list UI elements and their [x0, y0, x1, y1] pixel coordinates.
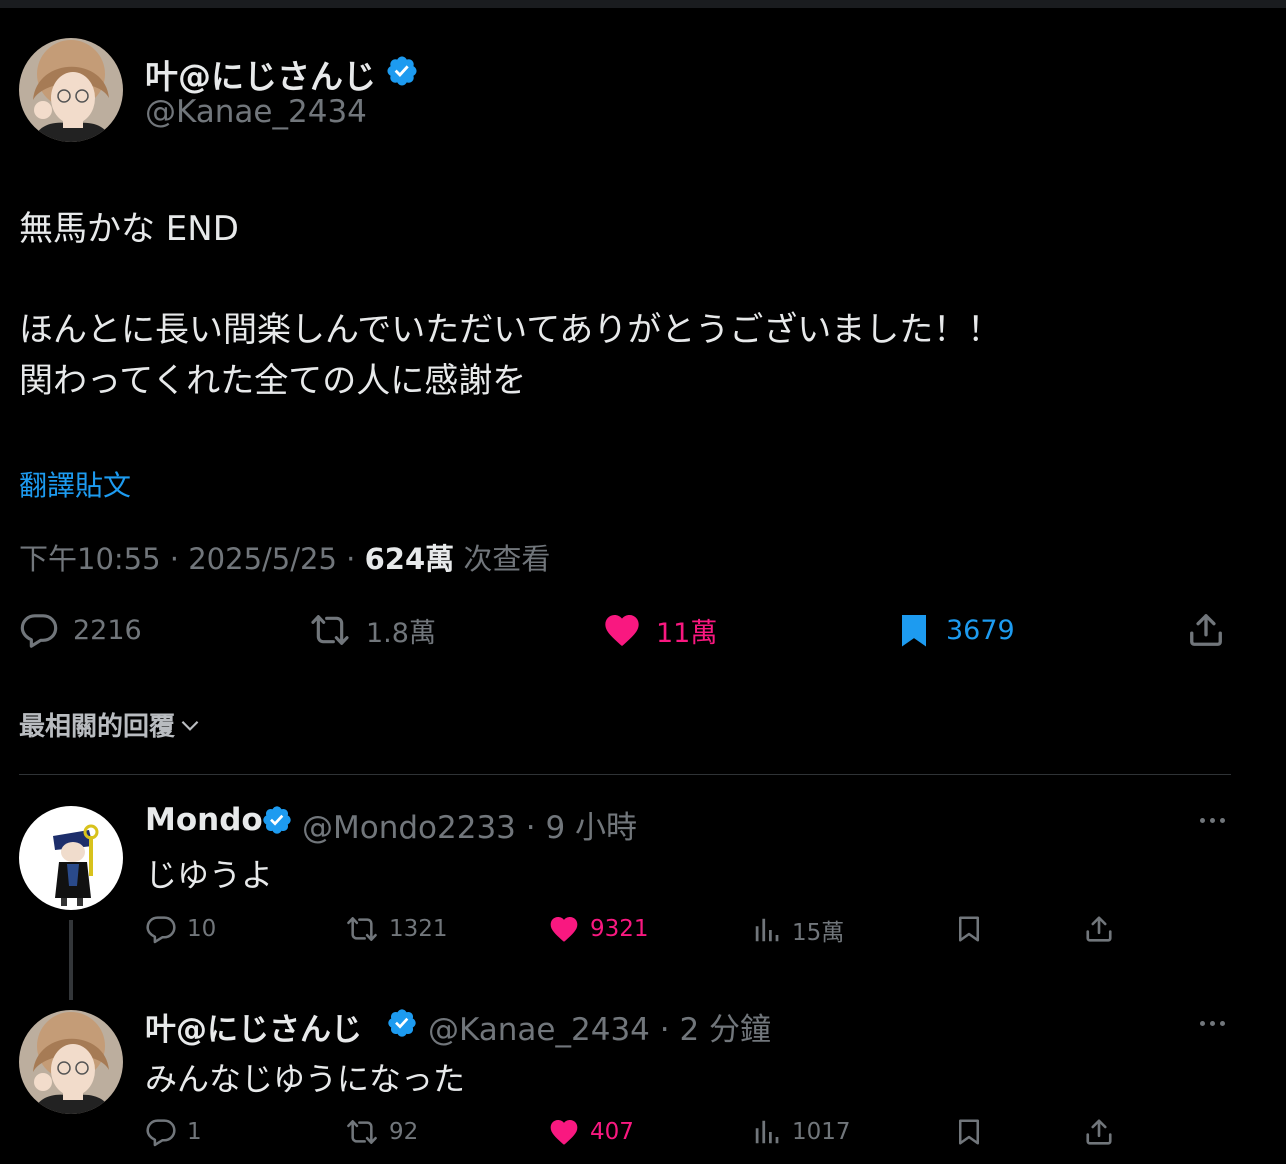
reply-time[interactable]: 2 分鐘 — [679, 1012, 771, 1048]
like-count: 407 — [590, 1119, 634, 1145]
retweet-button[interactable]: 92 — [345, 1116, 418, 1148]
verified-badge-icon — [386, 1007, 418, 1039]
tweet-text-line-3: 関わってくれた全ての人に感謝を — [19, 361, 527, 401]
views-icon — [752, 914, 782, 946]
heart-icon — [548, 1116, 580, 1148]
reply-text: じゆうよ — [145, 856, 274, 894]
more-icon — [1200, 1021, 1205, 1026]
meta-separator: · — [649, 1012, 680, 1048]
tweet-meta: 下午10:55 · 2025/5/25 · 624萬 次查看 — [19, 536, 550, 578]
reply-count: 2216 — [73, 614, 142, 646]
retweet-count: 1.8萬 — [366, 617, 436, 649]
more-options-button[interactable] — [1200, 818, 1225, 823]
views-icon — [752, 1116, 782, 1148]
verified-badge-icon — [261, 804, 293, 836]
chevron-down-icon — [181, 720, 199, 731]
reply-author-name[interactable]: Mondo — [145, 802, 263, 838]
bookmark-button[interactable] — [954, 1116, 984, 1148]
reply-button[interactable]: 2216 — [19, 610, 142, 650]
retweet-button[interactable]: 1.8萬 — [308, 610, 436, 650]
share-icon — [1187, 611, 1225, 649]
thread-connector-line — [69, 920, 73, 1000]
more-icon — [1210, 1021, 1215, 1026]
share-button[interactable] — [1187, 611, 1225, 649]
reply-button[interactable]: 1 — [145, 1116, 202, 1148]
reply-count: 1 — [187, 1119, 202, 1145]
author-name[interactable]: 叶@にじさんじ — [145, 50, 376, 98]
like-button[interactable]: 11萬 — [602, 610, 717, 650]
reply-icon — [19, 610, 59, 650]
reply-handle[interactable]: @Mondo2233 — [302, 810, 516, 846]
reply-author-handle: @Kanae_2434 · 2 分鐘 — [428, 1004, 771, 1049]
reply-count: 10 — [187, 916, 217, 942]
tweet-date[interactable]: 2025/5/25 — [188, 542, 337, 576]
translate-post-link[interactable]: 翻譯貼文 — [19, 464, 131, 504]
bookmark-icon — [896, 610, 932, 650]
bookmark-icon — [954, 1116, 984, 1148]
reply-avatar-kanae[interactable] — [19, 1010, 123, 1114]
more-icon — [1210, 818, 1215, 823]
retweet-button[interactable]: 1321 — [345, 913, 448, 945]
share-button[interactable] — [1084, 913, 1114, 945]
sort-label: 最相關的回覆 — [19, 712, 176, 742]
author-avatar[interactable] — [19, 38, 123, 142]
like-button[interactable]: 407 — [548, 1116, 634, 1148]
share-button[interactable] — [1084, 1116, 1114, 1148]
retweet-icon — [345, 913, 379, 945]
top-edge-bar — [0, 0, 1286, 8]
more-options-button[interactable] — [1200, 1021, 1225, 1026]
like-count: 9321 — [590, 916, 649, 942]
tweet-text-line-2: ほんとに長い間楽しんでいただいてありがとうございました！！ — [19, 310, 1002, 350]
share-icon — [1084, 1116, 1114, 1148]
retweet-count: 92 — [389, 1119, 419, 1145]
tweet-time[interactable]: 下午10:55 — [19, 542, 161, 576]
views-count: 624萬 — [364, 542, 455, 576]
retweet-icon — [308, 610, 352, 650]
more-icon — [1220, 1021, 1225, 1026]
retweet-count: 1321 — [389, 916, 448, 942]
tweet-text-line-1: 無馬かな END — [19, 209, 239, 249]
reply-icon — [145, 1116, 177, 1148]
author-handle[interactable]: @Kanae_2434 — [145, 94, 367, 130]
more-icon — [1220, 818, 1225, 823]
more-icon — [1200, 818, 1205, 823]
reply-avatar-mondo[interactable] — [19, 806, 123, 910]
reply-author-name[interactable]: 叶@にじさんじ — [145, 1004, 362, 1049]
divider — [19, 774, 1231, 775]
bookmark-count: 3679 — [946, 614, 1015, 646]
meta-separator: · — [336, 542, 365, 576]
bookmark-icon — [954, 913, 984, 945]
views-label: 次查看 — [463, 542, 551, 576]
views-button[interactable]: 15萬 — [752, 913, 844, 947]
like-count: 11萬 — [656, 617, 718, 649]
views-count: 1017 — [792, 1119, 851, 1145]
reply-time[interactable]: 9 小時 — [545, 810, 637, 846]
retweet-icon — [345, 1116, 379, 1148]
reply-button[interactable]: 10 — [145, 913, 216, 945]
meta-separator: · — [515, 810, 546, 846]
reply-handle[interactable]: @Kanae_2434 — [428, 1012, 650, 1048]
heart-icon — [602, 610, 642, 650]
verified-badge-icon — [385, 54, 419, 88]
like-button[interactable]: 9321 — [548, 913, 649, 945]
views-button[interactable]: 1017 — [752, 1116, 851, 1148]
reply-icon — [145, 913, 177, 945]
reply-sort-selector[interactable]: 最相關的回覆 — [19, 706, 203, 743]
meta-separator: · — [160, 542, 189, 576]
reply-text: みんなじゆうになった — [145, 1060, 466, 1098]
views-count: 15萬 — [792, 920, 845, 946]
reply-author-handle: @Mondo2233 · 9 小時 — [302, 802, 637, 847]
bookmark-button[interactable]: 3679 — [896, 610, 1015, 650]
bookmark-button[interactable] — [954, 913, 984, 945]
share-icon — [1084, 913, 1114, 945]
heart-icon — [548, 913, 580, 945]
